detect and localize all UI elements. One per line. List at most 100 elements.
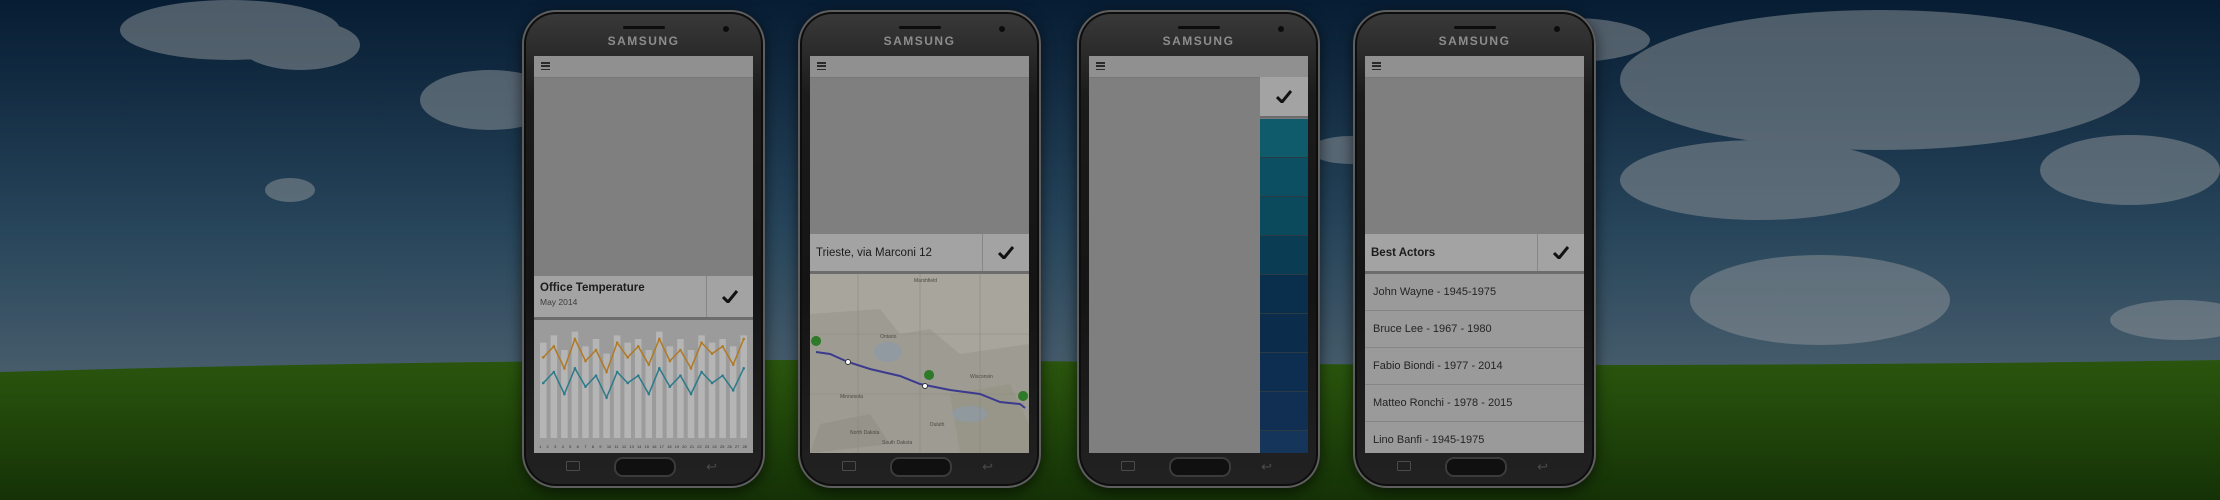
confirm-button[interactable] — [1260, 77, 1308, 118]
chart-point — [605, 396, 608, 399]
chart-point — [541, 356, 545, 359]
chart-point — [710, 381, 714, 385]
chart-point — [584, 385, 587, 388]
chart-point — [679, 374, 682, 377]
hardware-keys: ↩ — [1353, 452, 1596, 478]
app-bar — [534, 56, 753, 78]
color-swatch[interactable] — [1260, 119, 1308, 158]
home-bar — [534, 421, 753, 447]
chart-point — [647, 363, 651, 366]
card-title: Trieste, via Marconi 12 — [816, 247, 932, 259]
chart-point — [658, 367, 661, 370]
chart-point — [615, 341, 619, 344]
home-button[interactable] — [1169, 457, 1231, 477]
chart-point — [563, 367, 566, 370]
back-icon[interactable]: ↩ — [706, 459, 717, 475]
screen: Office Temperature May 2014 1 2 3 4 5 6 7 8 9 10 1… — [534, 56, 753, 453]
hamburger-menu-icon[interactable] — [1372, 62, 1381, 71]
chart-point — [658, 337, 661, 341]
card-title: Best Actors — [1371, 247, 1436, 259]
chart-point — [668, 359, 672, 363]
list-item[interactable]: John Wayne - 1945-1975 — [1365, 274, 1584, 311]
chart-point — [552, 370, 556, 374]
route-map[interactable]: Marshfield Ontario Duluth Minnesota Nort… — [810, 274, 1029, 453]
color-swatch[interactable] — [1260, 431, 1308, 453]
list-item[interactable]: Lino Banfi - 1945-1975 — [1365, 422, 1584, 453]
recent-apps-icon[interactable] — [1121, 461, 1135, 471]
home-button[interactable] — [890, 457, 952, 477]
phone-4: SAMSUNG Best Actors John Wayne - 1945-19… — [1353, 10, 1596, 488]
map-label: Ontario — [880, 334, 897, 340]
speaker-grille — [623, 26, 665, 29]
chart-point — [731, 363, 735, 366]
confirm-button[interactable] — [1537, 234, 1584, 271]
color-swatch[interactable] — [1260, 353, 1308, 392]
chart-point — [605, 370, 608, 374]
screen: Best Actors John Wayne - 1945-1975 Bruce… — [1365, 56, 1584, 453]
color-swatch[interactable] — [1260, 275, 1308, 314]
map-svg — [810, 274, 1029, 453]
color-swatch[interactable] — [1260, 392, 1308, 431]
chart-point — [668, 385, 672, 388]
front-camera — [1278, 26, 1284, 32]
checkmark-icon — [1276, 90, 1292, 103]
color-swatch[interactable] — [1260, 197, 1308, 236]
screen: Trieste, via Marconi 12 Marshfield Ontar… — [810, 56, 1029, 453]
back-icon[interactable]: ↩ — [1537, 459, 1548, 475]
chart-point — [742, 337, 746, 341]
front-camera — [999, 26, 1005, 32]
map-label: Marshfield — [914, 278, 938, 284]
phone-brand: SAMSUNG — [1162, 34, 1235, 48]
hardware-keys: ↩ — [1077, 452, 1320, 478]
home-button[interactable] — [614, 457, 676, 477]
recent-apps-icon[interactable] — [1397, 461, 1411, 471]
color-swatch[interactable] — [1260, 158, 1308, 197]
chart-point — [710, 352, 714, 355]
speaker-grille — [1454, 26, 1496, 29]
actor-list: John Wayne - 1945-1975 Bruce Lee - 1967 … — [1365, 274, 1584, 453]
app-bar — [810, 56, 1029, 78]
confirm-button[interactable] — [982, 234, 1029, 271]
list-item[interactable]: Fabio Biondi - 1977 - 2014 — [1365, 348, 1584, 385]
hardware-keys: ↩ — [798, 452, 1041, 478]
chart-point — [689, 392, 693, 396]
checkmark-icon — [722, 290, 738, 303]
phone-brand: SAMSUNG — [1438, 34, 1511, 48]
chart-point — [700, 341, 703, 344]
card-subtitle: May 2014 — [540, 297, 578, 307]
phone-3: SAMSUNG ↩ — [1077, 10, 1320, 488]
checkmark-icon — [1553, 246, 1569, 259]
confirm-button[interactable] — [706, 276, 753, 317]
back-icon[interactable]: ↩ — [1261, 459, 1272, 475]
list-card-header: Best Actors — [1365, 234, 1584, 278]
hardware-keys: ↩ — [522, 452, 765, 478]
color-swatch[interactable] — [1260, 314, 1308, 353]
chart-point — [626, 356, 629, 359]
chart-point — [573, 367, 577, 370]
front-camera — [723, 26, 729, 32]
map-label: Minnesota — [840, 394, 864, 400]
home-button[interactable] — [1445, 457, 1507, 477]
phone-2: SAMSUNG Trieste, via Marconi 12 Marshfie… — [798, 10, 1041, 488]
map-label: North Dakota — [850, 430, 880, 436]
chart-point — [700, 370, 703, 374]
chart-point — [647, 392, 651, 396]
chart-point — [626, 381, 629, 385]
list-item[interactable]: Matteo Ronchi - 1978 - 2015 — [1365, 385, 1584, 422]
screen — [1089, 56, 1308, 453]
chart-point — [563, 392, 566, 396]
checkmark-icon — [998, 246, 1014, 259]
color-swatch[interactable] — [1260, 236, 1308, 275]
back-icon[interactable]: ↩ — [982, 459, 993, 475]
chart-point — [594, 348, 598, 352]
hamburger-menu-icon[interactable] — [541, 62, 550, 71]
map-label: Wisconsin — [970, 374, 993, 380]
phone-brand: SAMSUNG — [607, 34, 680, 48]
hamburger-menu-icon[interactable] — [1096, 62, 1105, 71]
hamburger-menu-icon[interactable] — [817, 62, 826, 71]
recent-apps-icon[interactable] — [842, 461, 856, 471]
chart-point — [721, 374, 724, 377]
list-item[interactable]: Bruce Lee - 1967 - 1980 — [1365, 311, 1584, 348]
recent-apps-icon[interactable] — [566, 461, 580, 471]
chart-point — [679, 348, 682, 352]
